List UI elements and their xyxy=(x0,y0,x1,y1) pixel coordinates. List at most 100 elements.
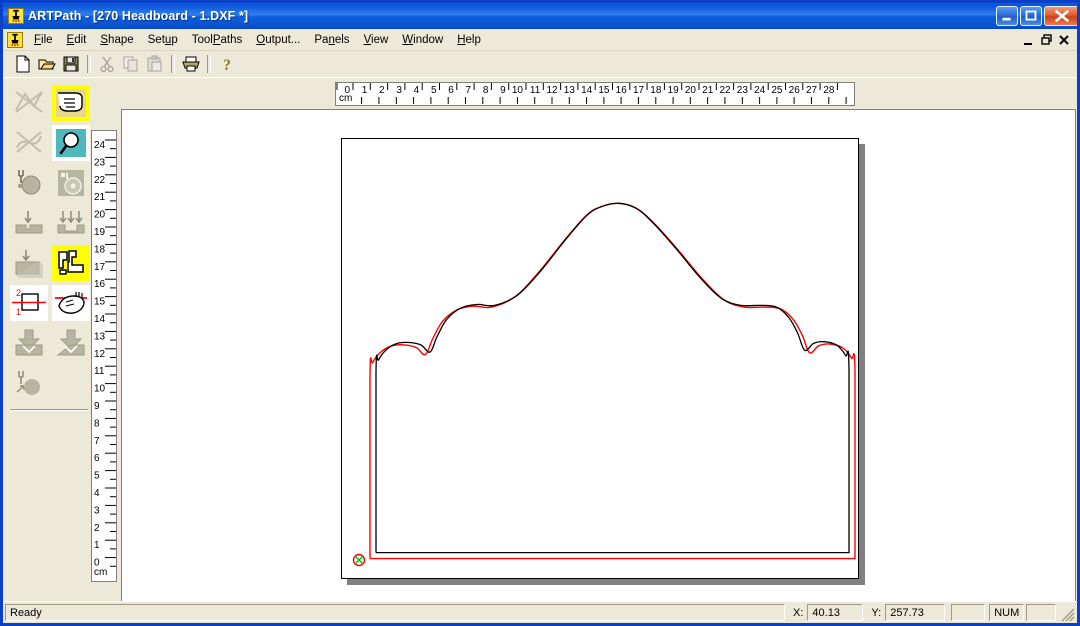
svg-text:23: 23 xyxy=(94,157,106,168)
pocket-tool[interactable] xyxy=(10,245,48,281)
save-file-icon[interactable] xyxy=(59,53,82,75)
menu-edit[interactable]: Edit xyxy=(60,31,94,49)
svg-text:12: 12 xyxy=(94,349,106,360)
part-geometry[interactable] xyxy=(341,138,861,581)
lead-in-tool[interactable] xyxy=(10,325,48,361)
node-edit-tool xyxy=(10,125,48,161)
svg-text:3: 3 xyxy=(396,85,402,96)
tool-palette: 2 1 xyxy=(7,81,91,601)
horizontal-ruler-ticks: 0 1 2 3 4 5 6 7 8 9 10 11 12 13 14 15 16 17 18 19 20 21 22 23 24… xyxy=(336,83,847,104)
menu-file[interactable]: File xyxy=(27,31,60,49)
svg-text:17: 17 xyxy=(633,85,645,96)
main-toolbar: ? xyxy=(3,51,1077,78)
svg-text:18: 18 xyxy=(94,244,106,255)
y-coordinate-value: 257.73 xyxy=(885,604,946,621)
resize-grip-icon[interactable] xyxy=(1061,608,1075,622)
svg-text:4: 4 xyxy=(94,488,100,499)
svg-text:10: 10 xyxy=(94,384,106,395)
menu-window[interactable]: Window xyxy=(395,31,450,49)
svg-text:26: 26 xyxy=(789,85,801,96)
svg-text:?: ? xyxy=(223,57,231,73)
print-icon[interactable] xyxy=(179,53,202,75)
status-indicator-num: NUM xyxy=(989,604,1025,621)
drawing-canvas[interactable] xyxy=(121,109,1076,603)
menu-help[interactable]: Help xyxy=(450,31,488,49)
svg-text:5: 5 xyxy=(431,85,437,96)
drill-tool[interactable] xyxy=(10,165,48,201)
menu-bar: File Edit Shape Setup ToolPaths Output..… xyxy=(3,29,1077,51)
draw-polyline-tool xyxy=(10,85,48,121)
status-message: Ready xyxy=(5,604,785,621)
multi-plunge-tool[interactable] xyxy=(52,205,90,241)
status-indicator-blank-2 xyxy=(1026,604,1057,621)
svg-text:21: 21 xyxy=(94,192,106,203)
svg-text:6: 6 xyxy=(448,85,454,96)
horizontal-ruler[interactable]: 0 1 2 3 4 5 6 7 8 9 10 11 12 13 14 15 16 17 18 19 20 21 22 23 24… xyxy=(335,82,855,106)
svg-text:11: 11 xyxy=(94,366,105,377)
svg-text:13: 13 xyxy=(564,85,576,96)
svg-text:9: 9 xyxy=(94,401,100,412)
menu-output[interactable]: Output... xyxy=(249,31,307,49)
sequence-order-tool[interactable]: 2 1 xyxy=(10,285,48,321)
svg-text:28: 28 xyxy=(823,85,835,96)
tabs-bridges-tool[interactable] xyxy=(52,285,90,321)
menu-shape[interactable]: Shape xyxy=(93,31,140,49)
title-bar: ARTPath - [270 Headboard - 1.DXF *] xyxy=(3,3,1077,29)
vertical-ruler[interactable]: 24 23 22 21 20 19 18 17 16 15 14 13 12 11 10 9 8 7 6 5 4 3 2 1 0… xyxy=(91,130,117,582)
y-coordinate-label: Y: xyxy=(871,606,882,619)
status-bar: Ready X: 40.13 Y: 257.73 NUM xyxy=(3,601,1077,623)
mdi-close-button[interactable] xyxy=(1056,32,1073,48)
tool-palette-empty-cell xyxy=(52,365,90,401)
svg-text:15: 15 xyxy=(598,85,610,96)
svg-text:22: 22 xyxy=(94,175,106,186)
mdi-minimize-button[interactable] xyxy=(1020,32,1037,48)
menu-setup[interactable]: Setup xyxy=(141,31,185,49)
single-plunge-tool[interactable] xyxy=(10,205,48,241)
mdi-restore-button[interactable] xyxy=(1038,32,1055,48)
svg-text:16: 16 xyxy=(616,85,628,96)
svg-text:15: 15 xyxy=(94,297,106,308)
nesting-tool[interactable] xyxy=(52,245,90,281)
svg-text:22: 22 xyxy=(719,85,731,96)
minimize-button[interactable] xyxy=(996,6,1018,26)
svg-text:16: 16 xyxy=(94,279,106,290)
copy-icon xyxy=(119,53,142,75)
svg-text:19: 19 xyxy=(94,227,106,238)
cut-icon xyxy=(95,53,118,75)
window-title: ARTPath - [270 Headboard - 1.DXF *] xyxy=(28,9,249,23)
tool-palette-divider xyxy=(10,409,88,411)
svg-text:2: 2 xyxy=(94,523,100,534)
new-file-icon[interactable] xyxy=(11,53,34,75)
x-coordinate-label: X: xyxy=(793,606,804,619)
maximize-button[interactable] xyxy=(1020,6,1042,26)
menu-view[interactable]: View xyxy=(357,31,396,49)
close-button[interactable] xyxy=(1044,6,1077,26)
lead-out-tool[interactable] xyxy=(52,325,90,361)
svg-text:6: 6 xyxy=(94,453,100,464)
menu-toolpaths[interactable]: ToolPaths xyxy=(185,31,250,49)
document-router-bit-icon[interactable] xyxy=(7,31,23,48)
x-coordinate-value: 40.13 xyxy=(807,604,864,621)
svg-text:20: 20 xyxy=(685,85,697,96)
tool-palette-grid: 2 1 xyxy=(7,81,91,403)
mdi-window-controls xyxy=(1020,32,1077,48)
svg-text:7: 7 xyxy=(94,436,100,447)
help-icon[interactable]: ? xyxy=(215,53,238,75)
svg-text:4: 4 xyxy=(414,85,420,96)
zoom-tool[interactable] xyxy=(52,125,90,161)
open-file-icon[interactable] xyxy=(35,53,58,75)
tool-start-point-tool[interactable] xyxy=(10,365,48,401)
pocket-region-tool[interactable] xyxy=(52,165,90,201)
svg-text:7: 7 xyxy=(466,85,472,96)
svg-text:3: 3 xyxy=(94,505,100,516)
svg-text:9: 9 xyxy=(500,85,506,96)
toolbar-separator-3 xyxy=(207,55,211,73)
toolbar-separator-1 xyxy=(87,55,91,73)
svg-text:1: 1 xyxy=(362,85,368,96)
toolbar-separator-2 xyxy=(171,55,175,73)
svg-text:5: 5 xyxy=(94,471,100,482)
svg-text:24: 24 xyxy=(754,85,766,96)
select-pointer-tool[interactable] xyxy=(52,85,90,121)
menu-panels[interactable]: Panels xyxy=(307,31,356,49)
svg-text:27: 27 xyxy=(806,85,818,96)
